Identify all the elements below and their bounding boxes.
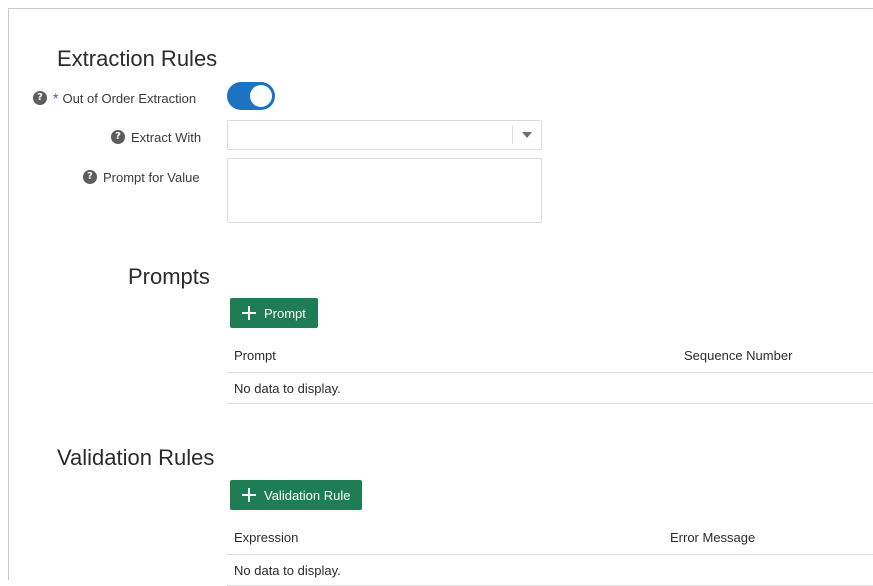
column-header-error-message[interactable]: Error Message [670,530,755,545]
prompt-for-value-text: Prompt for Value [103,169,200,185]
validation-rules-table: Expression Error Message No data to disp… [227,520,873,586]
extract-with-text: Extract With [131,129,202,145]
extract-with-select[interactable] [227,120,542,150]
help-icon[interactable]: ? [111,130,125,144]
help-icon[interactable]: ? [33,91,47,105]
validation-empty-row: No data to display. [227,555,873,586]
prompts-empty-row: No data to display. [227,373,873,404]
out-of-order-extraction-label: ? * Out of Order Extraction [33,91,196,105]
prompts-table-header: Prompt Sequence Number [227,338,873,373]
prompts-empty-text: No data to display. [234,381,341,396]
add-validation-rule-label: Validation Rule [264,487,351,503]
validation-table-header: Expression Error Message [227,520,873,555]
select-divider [512,126,513,144]
prompts-title: Prompts [128,264,210,289]
add-validation-rule-button[interactable]: Validation Rule [230,480,363,510]
validation-empty-text: No data to display. [234,563,341,578]
help-icon[interactable]: ? [83,170,97,184]
column-header-sequence-number[interactable]: Sequence Number [684,348,792,363]
out-of-order-extraction-text: Out of Order Extraction [62,90,197,106]
toggle-knob [250,85,272,107]
prompts-table: Prompt Sequence Number No data to displa… [227,338,873,404]
extraction-rules-title: Extraction Rules [57,46,218,71]
validation-rules-title: Validation Rules [57,445,215,470]
chevron-down-icon[interactable] [522,132,532,138]
out-of-order-extraction-toggle[interactable] [227,82,275,110]
column-header-expression[interactable]: Expression [234,530,298,545]
plus-icon [242,306,256,320]
extract-with-label: ? Extract With [111,130,201,144]
required-indicator: * [53,90,59,106]
column-header-prompt[interactable]: Prompt [234,348,276,363]
prompt-for-value-label: ? Prompt for Value [83,170,200,184]
plus-icon [242,488,256,502]
add-prompt-button[interactable]: Prompt [230,298,318,328]
prompt-for-value-textarea[interactable] [227,158,542,223]
add-prompt-label: Prompt [264,305,306,321]
